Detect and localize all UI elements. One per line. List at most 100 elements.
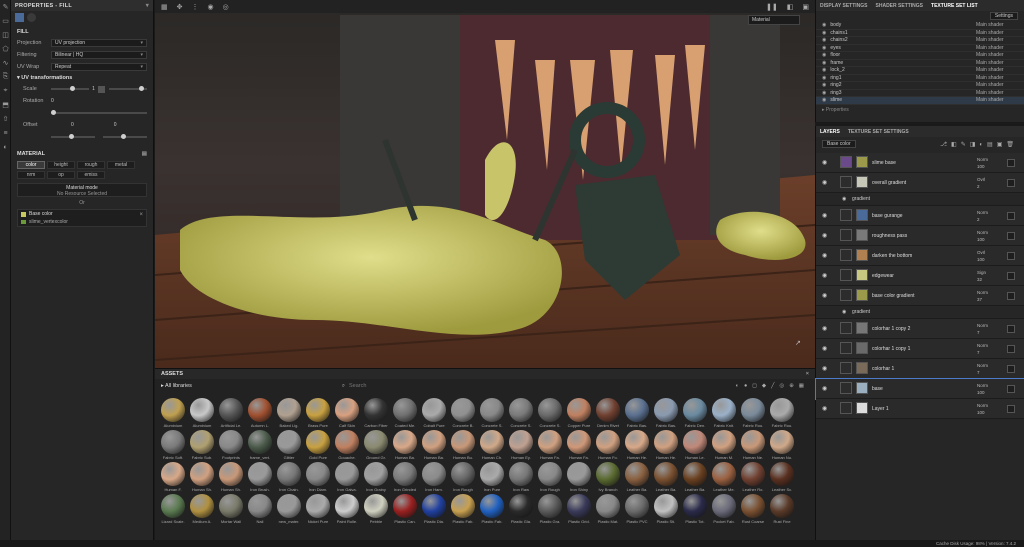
layer-effect-row[interactable]: ◉ gradient — [816, 306, 1024, 319]
blend-mode[interactable]: Norm 100 — [977, 402, 999, 416]
asset-material-thumb[interactable] — [451, 494, 475, 518]
asset-material-thumb[interactable] — [306, 462, 330, 486]
layers-icon[interactable]: ≡ — [0, 126, 11, 140]
texture-set-shader[interactable]: Main shader — [976, 30, 1018, 36]
layer-mask-thumb[interactable] — [840, 342, 852, 354]
asset-material-thumb[interactable] — [654, 462, 678, 486]
layer-thumb[interactable] — [856, 322, 868, 334]
clone-icon[interactable]: ⎘ — [0, 70, 11, 84]
texture-set-shader[interactable]: Main shader — [976, 45, 1018, 51]
layer-row[interactable]: ◉ base Norm 100 — [815, 378, 1024, 400]
asset-material-thumb[interactable] — [538, 430, 562, 454]
texture-set-shader[interactable]: Main shader — [976, 52, 1018, 58]
asset-material-thumb[interactable] — [741, 462, 765, 486]
asset-material-thumb[interactable] — [625, 494, 649, 518]
layer-name[interactable]: edgewear — [872, 273, 894, 279]
offset-x-slider[interactable] — [51, 134, 95, 139]
picker-icon[interactable]: ⌖ — [0, 84, 11, 98]
layer-thumb[interactable] — [856, 362, 868, 374]
effect-eye-icon[interactable]: ◉ — [842, 309, 846, 315]
asset-material-thumb[interactable] — [422, 494, 446, 518]
eye-icon[interactable]: ◉ — [822, 22, 826, 28]
sphere-icon[interactable] — [27, 12, 36, 22]
layer-name[interactable]: colorhar 1 — [872, 366, 894, 372]
layer-thumb[interactable] — [856, 382, 868, 394]
asset-material-thumb[interactable] — [509, 462, 533, 486]
asset-material-thumb[interactable] — [306, 494, 330, 518]
asset-material-thumb[interactable] — [654, 430, 678, 454]
blend-mode[interactable]: Norm 100 — [977, 156, 999, 170]
render-mode-icon[interactable]: ◧ — [787, 3, 794, 11]
layer-mask-thumb[interactable] — [840, 156, 852, 168]
chip-emiss[interactable]: emiss — [77, 171, 105, 179]
layer-checkbox[interactable] — [1007, 365, 1015, 373]
layer-thumb[interactable] — [856, 176, 868, 188]
asset-material-thumb[interactable] — [683, 494, 707, 518]
layer-thumb[interactable] — [856, 402, 868, 414]
asset-material-thumb[interactable] — [712, 430, 736, 454]
eye-icon[interactable]: ◉ — [822, 179, 830, 186]
eye-icon[interactable]: ◉ — [822, 212, 830, 219]
asset-material-thumb[interactable] — [712, 398, 736, 422]
layer-name[interactable]: base gurange — [872, 213, 903, 219]
layer-thumb[interactable] — [856, 249, 868, 261]
eye-icon[interactable]: ◉ — [822, 159, 830, 166]
layer-name[interactable]: roughness pass — [872, 233, 907, 239]
layer-mask-thumb[interactable] — [840, 382, 852, 394]
asset-material-thumb[interactable] — [219, 398, 243, 422]
material-view-select[interactable]: Material — [748, 15, 800, 25]
layer-checkbox[interactable] — [1007, 179, 1015, 187]
layer-thumb[interactable] — [856, 229, 868, 241]
tab-layers[interactable]: LAYERS — [820, 129, 840, 135]
bake-icon[interactable]: ⬒ — [0, 98, 11, 112]
asset-material-thumb[interactable] — [480, 398, 504, 422]
eye-icon[interactable]: ◉ — [822, 325, 830, 332]
asset-material-thumb[interactable] — [248, 494, 272, 518]
layer-thumb[interactable] — [856, 269, 868, 281]
asset-material-thumb[interactable] — [625, 398, 649, 422]
camera-icon[interactable]: ◉ — [208, 3, 214, 11]
asset-material-thumb[interactable] — [509, 398, 533, 422]
asset-material-thumb[interactable] — [480, 494, 504, 518]
asset-material-thumb[interactable] — [683, 430, 707, 454]
eye-icon[interactable]: ◉ — [822, 232, 830, 239]
layer-checkbox[interactable] — [1007, 272, 1015, 280]
asset-material-thumb[interactable] — [161, 430, 185, 454]
asset-material-thumb[interactable] — [364, 430, 388, 454]
blend-mode[interactable]: Ovrl 100 — [977, 249, 999, 263]
layer-row[interactable]: ◉ roughness pass Norm 100 — [816, 226, 1024, 246]
eraser-icon[interactable]: ▭ — [0, 14, 11, 28]
layer-thumb[interactable] — [856, 209, 868, 221]
asset-material-thumb[interactable] — [596, 462, 620, 486]
eye-icon[interactable]: ◉ — [822, 82, 826, 88]
projection-icon[interactable]: ◫ — [0, 28, 11, 42]
eye-icon[interactable]: ◉ — [822, 405, 830, 412]
texture-set-shader[interactable]: Main shader — [976, 37, 1018, 43]
layer-row[interactable]: ◉ Layer 1 Norm 100 — [816, 399, 1024, 419]
snapshot-icon[interactable]: ◎ — [223, 3, 229, 11]
asset-material-thumb[interactable] — [770, 494, 794, 518]
asset-material-thumb[interactable] — [364, 462, 388, 486]
uvwrap-select[interactable]: Repeat ▾ — [51, 63, 147, 71]
asset-material-thumb[interactable] — [190, 430, 214, 454]
texture-set-row[interactable]: ◉ chains2 Main shader — [816, 37, 1024, 45]
asset-material-thumb[interactable] — [393, 494, 417, 518]
fill-mode-icon[interactable] — [15, 12, 24, 22]
asset-material-thumb[interactable] — [306, 398, 330, 422]
layer-row[interactable]: ◉ edgewear Sign 32 — [816, 266, 1024, 286]
layer-name[interactable]: slime base — [872, 160, 896, 166]
layer-checkbox[interactable] — [1007, 212, 1015, 220]
asset-material-thumb[interactable] — [567, 462, 591, 486]
asset-material-thumb[interactable] — [741, 430, 765, 454]
asset-material-thumb[interactable] — [161, 398, 185, 422]
asset-material-thumb[interactable] — [277, 494, 301, 518]
blend-mode[interactable]: Norm 7 — [977, 322, 999, 336]
base-color-slot[interactable]: Base color slime_vertexcolor × — [17, 209, 147, 227]
asset-material-thumb[interactable] — [190, 462, 214, 486]
asset-material-thumb[interactable] — [567, 398, 591, 422]
texture-set-row[interactable]: ◉ floor Main shader — [816, 52, 1024, 60]
texture-set-row[interactable]: ◉ lock_2 Main shader — [816, 67, 1024, 75]
asset-material-thumb[interactable] — [393, 398, 417, 422]
asset-material-thumb[interactable] — [277, 398, 301, 422]
layer-name[interactable]: base — [872, 386, 883, 392]
